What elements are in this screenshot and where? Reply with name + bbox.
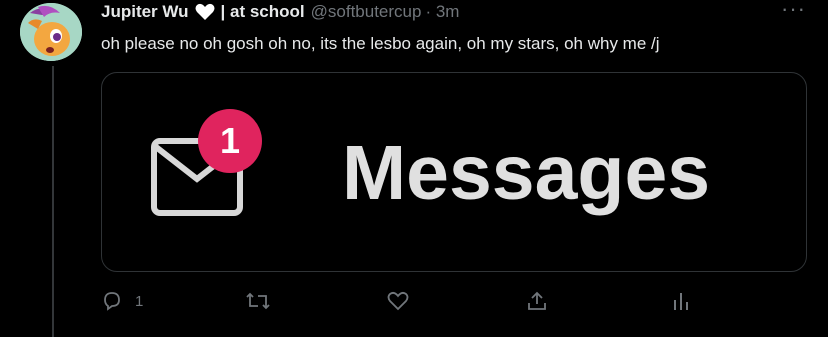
avatar[interactable] [20,3,82,61]
like-icon [387,290,409,312]
timestamp[interactable]: · 3m [425,2,459,22]
reply-count: 1 [135,292,144,310]
retweet-button[interactable] [245,288,271,314]
messages-label: Messages [342,130,711,216]
share-icon [526,290,548,312]
reply-button[interactable]: 1 [101,288,143,314]
display-name[interactable]: Jupiter Wu [101,2,189,22]
heart-icon [195,3,215,21]
reply-icon [101,290,123,312]
share-button[interactable] [526,288,548,314]
notification-badge: 1 [198,109,262,173]
media-card[interactable]: 1 Messages [101,72,807,272]
display-name-suffix: | at school [220,2,305,21]
retweet-icon [245,290,271,312]
badge-count: 1 [219,120,241,161]
analytics-icon [670,290,692,312]
tweet-header: Jupiter Wu | at school @softbutercup · 3… [101,0,459,24]
tweet-actions: 1 [101,288,701,318]
thread-line [52,66,54,337]
analytics-button[interactable] [670,288,692,314]
handle[interactable]: @softbutercup [311,2,422,22]
tweet-text: oh please no oh gosh oh no, its the lesb… [101,34,660,53]
like-button[interactable] [387,288,409,314]
more-icon[interactable]: ··· [781,0,806,22]
